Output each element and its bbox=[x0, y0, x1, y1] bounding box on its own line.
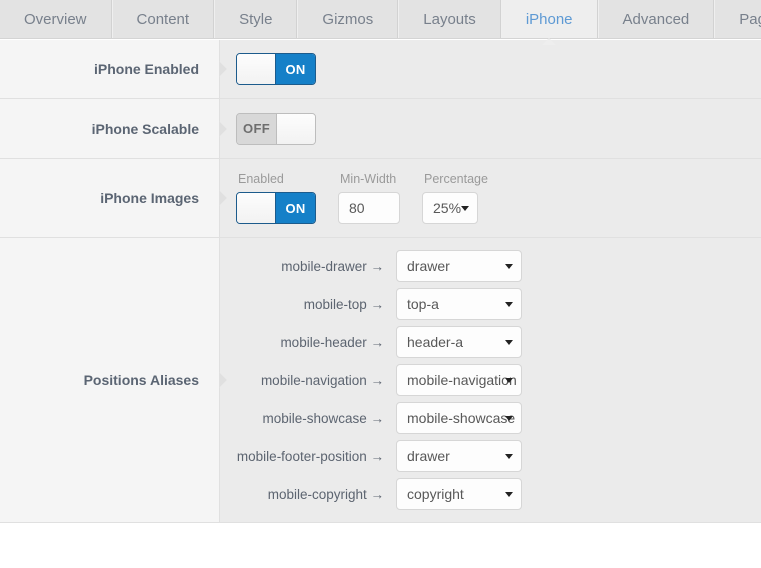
alias-row: mobile-copyright → copyright bbox=[236, 478, 761, 510]
chevron-down-icon bbox=[505, 264, 513, 269]
chevron-down-icon bbox=[505, 302, 513, 307]
positions-aliases-list: mobile-drawer → drawer mobile-top → top-… bbox=[220, 238, 761, 522]
alias-row: mobile-showcase → mobile-showcase bbox=[236, 402, 761, 434]
tab-overview[interactable]: Overview bbox=[0, 0, 112, 38]
alias-row: mobile-drawer → drawer bbox=[236, 250, 761, 282]
alias-row: mobile-navigation → mobile-navigation bbox=[236, 364, 761, 396]
percentage-select[interactable]: 25% bbox=[422, 192, 478, 224]
setting-body-iphone-images: Enabled ON Min-Width Percentage 25% bbox=[220, 159, 761, 237]
alias-name: mobile-header → bbox=[280, 334, 384, 350]
toggle-iphone-scalable[interactable]: OFF bbox=[236, 112, 316, 145]
tab-gizmos[interactable]: Gizmos bbox=[297, 0, 399, 38]
alias-select-value: mobile-showcase bbox=[407, 410, 516, 426]
setting-label-text: iPhone Enabled bbox=[93, 61, 199, 77]
alias-select-value: top-a bbox=[407, 296, 439, 312]
tab-label: Content bbox=[136, 10, 190, 28]
alias-select[interactable]: top-a bbox=[396, 288, 522, 320]
chevron-down-icon bbox=[505, 378, 513, 383]
row-pointer-icon bbox=[219, 190, 227, 206]
chevron-down-icon bbox=[505, 416, 513, 421]
alias-select-value: drawer bbox=[407, 448, 450, 464]
alias-select[interactable]: header-a bbox=[396, 326, 522, 358]
setting-label-text: Positions Aliases bbox=[83, 372, 199, 388]
alias-name: mobile-showcase → bbox=[262, 410, 384, 426]
field-label-enabled: Enabled bbox=[238, 172, 284, 186]
alias-select[interactable]: drawer bbox=[396, 250, 522, 282]
toggle-iphone-enabled[interactable]: ON bbox=[236, 53, 316, 85]
min-width-input[interactable] bbox=[338, 192, 400, 224]
chevron-down-icon bbox=[505, 454, 513, 459]
active-tab-pointer-icon bbox=[542, 38, 557, 45]
row-pointer-icon bbox=[219, 120, 227, 137]
setting-label-iphone-scalable: iPhone Scalable bbox=[0, 99, 227, 158]
alias-name: mobile-top → bbox=[303, 296, 384, 312]
field-label-percentage: Percentage bbox=[424, 172, 488, 186]
setting-label-iphone-images: iPhone Images bbox=[0, 159, 227, 237]
percentage-select-value: 25% bbox=[433, 200, 462, 216]
alias-name: mobile-navigation → bbox=[260, 372, 384, 388]
alias-select[interactable]: copyright bbox=[396, 478, 522, 510]
field-label-min-width: Min-Width bbox=[340, 172, 397, 186]
tab-iphone[interactable]: iPhone bbox=[500, 0, 598, 45]
field-images-enabled: Enabled ON bbox=[236, 172, 316, 224]
tab-label: Advanced bbox=[622, 10, 690, 28]
tab-page-templates[interactable]: Page Templates bbox=[714, 0, 761, 38]
tab-label: Layouts bbox=[423, 10, 476, 28]
alias-select-value: drawer bbox=[407, 258, 450, 274]
setting-row-iphone-images: iPhone Images Enabled ON Min-Width Perce bbox=[0, 159, 761, 238]
alias-name: mobile-copyright → bbox=[267, 486, 384, 502]
alias-select[interactable]: drawer bbox=[396, 440, 522, 472]
setting-label-text: iPhone Scalable bbox=[91, 120, 199, 137]
toggle-state-label: ON bbox=[276, 193, 315, 223]
setting-label-iphone-enabled: iPhone Enabled bbox=[0, 40, 227, 98]
alias-select-value: header-a bbox=[407, 334, 464, 350]
setting-label-positions-aliases: Positions Aliases bbox=[0, 238, 227, 522]
setting-row-positions-aliases: Positions Aliases mobile-drawer → drawer… bbox=[0, 238, 761, 523]
alias-row: mobile-footer-position → drawer bbox=[236, 440, 761, 472]
toggle-state-label: ON bbox=[276, 54, 315, 84]
toggle-handle bbox=[237, 54, 276, 84]
tab-label: Style bbox=[239, 10, 273, 28]
alias-select[interactable]: mobile-navigation bbox=[396, 364, 522, 396]
row-pointer-icon bbox=[219, 372, 227, 388]
alias-select-value: mobile-navigation bbox=[407, 372, 517, 388]
alias-select-value: copyright bbox=[407, 486, 464, 502]
chevron-down-icon bbox=[461, 206, 469, 211]
field-percentage: Percentage 25% bbox=[422, 172, 488, 224]
alias-select[interactable]: mobile-showcase bbox=[396, 402, 522, 434]
setting-body-iphone-enabled: ON bbox=[220, 40, 761, 98]
alias-name: mobile-footer-position → bbox=[236, 448, 384, 464]
tab-content[interactable]: Content bbox=[111, 0, 215, 38]
tab-style[interactable]: Style bbox=[214, 0, 298, 38]
toggle-handle bbox=[237, 193, 276, 223]
toggle-state-label: OFF bbox=[237, 113, 276, 144]
chevron-down-icon bbox=[505, 340, 513, 345]
setting-row-iphone-scalable: iPhone Scalable OFF bbox=[0, 99, 761, 159]
toggle-iphone-images-enabled[interactable]: ON bbox=[236, 192, 316, 224]
setting-body-iphone-scalable: OFF bbox=[220, 99, 761, 158]
chevron-down-icon bbox=[505, 492, 513, 497]
row-pointer-icon bbox=[219, 61, 227, 77]
setting-label-text: iPhone Images bbox=[100, 190, 199, 206]
tab-label: iPhone bbox=[525, 10, 573, 28]
alias-row: mobile-header → header-a bbox=[236, 326, 761, 358]
tab-label: Page Templates bbox=[739, 10, 761, 28]
iphone-images-fields: Enabled ON Min-Width Percentage 25% bbox=[236, 172, 488, 224]
tab-label: Gizmos bbox=[322, 10, 374, 28]
tab-layouts[interactable]: Layouts bbox=[398, 0, 501, 38]
alias-row: mobile-top → top-a bbox=[236, 288, 761, 320]
tab-advanced[interactable]: Advanced bbox=[597, 0, 715, 38]
alias-name: mobile-drawer → bbox=[281, 258, 384, 274]
field-min-width: Min-Width bbox=[338, 172, 400, 224]
settings-panel: iPhone Enabled ON iPhone Scalable OFF iP… bbox=[0, 39, 761, 523]
toggle-handle bbox=[276, 113, 315, 144]
tab-bar: Overview Content Style Gizmos Layouts iP… bbox=[0, 0, 761, 45]
tab-label: Overview bbox=[24, 10, 87, 28]
setting-row-iphone-enabled: iPhone Enabled ON bbox=[0, 39, 761, 99]
